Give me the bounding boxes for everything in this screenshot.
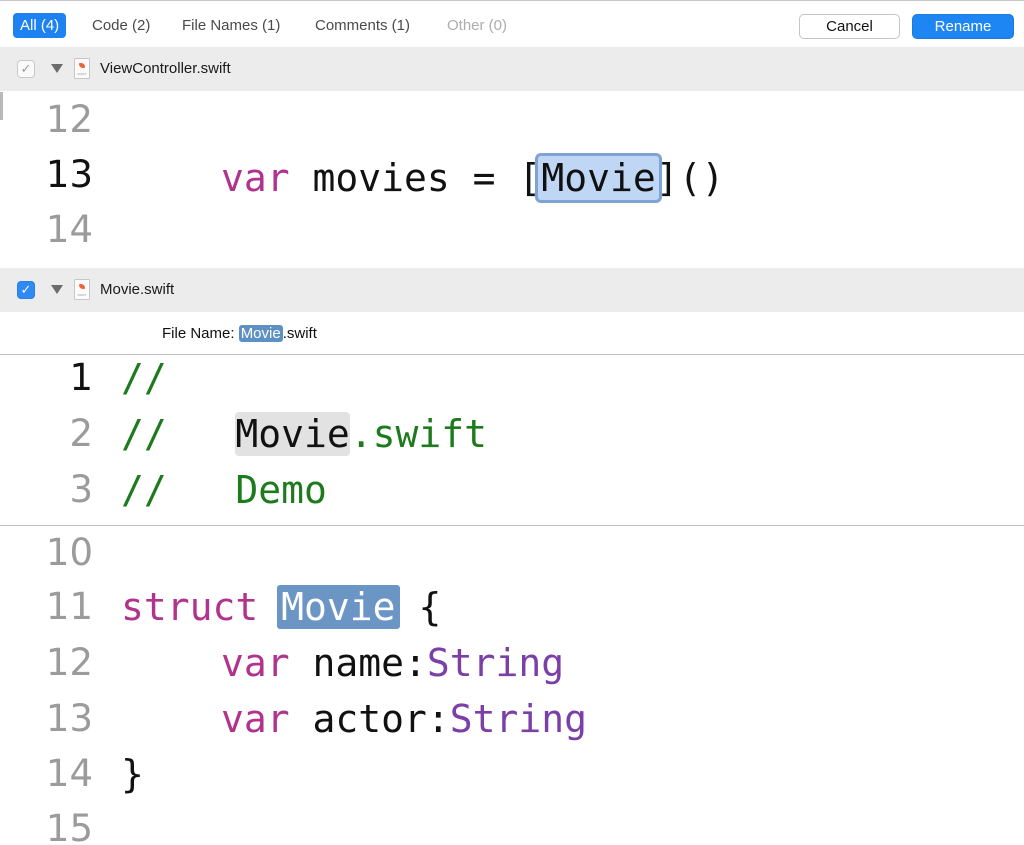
code-line: 13 var movies = [Movie]() [0,153,1024,209]
tab-all[interactable]: All (4) [13,13,67,38]
disclosure-triangle-icon[interactable] [51,285,63,294]
tab-file-names[interactable]: File Names (1) [175,13,287,38]
rename-button[interactable]: Rename [912,14,1014,39]
line-number: 14 [45,208,93,251]
line-number: 1 [69,356,93,399]
swift-file-icon: SWIFT [74,58,90,79]
code-line: 3 // Demo [0,468,1024,524]
code-line: 14 } [0,752,1024,808]
section-divider [0,354,1024,355]
code-line: 12 var name:String [0,641,1024,697]
line-number: 13 [45,153,93,196]
code-comment: // [121,356,167,400]
tab-comments[interactable]: Comments (1) [308,13,417,38]
rename-match-token[interactable]: Movie [277,585,400,629]
code-comment: // Demo [121,468,327,512]
section-divider [0,525,1024,526]
code-line: 1 // [0,356,1024,412]
line-number: 11 [45,585,93,628]
code-text: var name:String [221,641,565,685]
tab-code[interactable]: Code (2) [85,13,157,38]
line-number: 14 [45,752,93,795]
file-row-viewcontroller[interactable]: ✓ SWIFT ViewController.swift [0,47,1024,91]
disclosure-triangle-icon[interactable] [51,64,63,73]
file-row-movie[interactable]: ✓ SWIFT Movie.swift [0,268,1024,312]
code-line: 2 // Movie.swift [0,412,1024,468]
line-number: 3 [69,468,93,511]
code-line: 14 [0,208,1024,264]
code-line: 13 var actor:String [0,697,1024,753]
line-number: 2 [69,412,93,455]
code-text: var movies = [Movie]() [221,153,724,203]
file-name: ViewController.swift [100,60,231,77]
rename-match-token[interactable]: Movie [535,153,662,203]
tab-other: Other (0) [447,17,508,34]
line-number: 12 [45,641,93,684]
code-line: 15 [0,807,1024,845]
file-name-rename-row: File Name: Movie .swift [0,312,1024,355]
line-number: 10 [45,531,93,574]
swift-file-icon: SWIFT [74,279,90,300]
include-file-checkbox[interactable]: ✓ [17,60,35,78]
file-name: Movie.swift [100,281,175,298]
code-line: 10 [0,531,1024,587]
file-name-match[interactable]: Movie [238,325,283,342]
cancel-button[interactable]: Cancel [799,14,900,39]
code-line: 12 [0,98,1024,154]
file-name-label: File Name: Movie .swift [162,325,317,342]
rename-toolbar: All (4) Code (2) File Names (1) Comments… [0,0,1024,48]
code-comment: // Movie.swift [121,412,488,456]
code-line: 11 struct Movie { [0,585,1024,641]
line-number: 13 [45,697,93,740]
code-text: } [121,752,144,796]
line-number: 12 [45,98,93,141]
code-text: struct Movie { [121,585,442,629]
code-text: var actor:String [221,697,588,741]
comment-match-token[interactable]: Movie [235,412,350,456]
line-number: 15 [45,807,93,845]
include-file-checkbox[interactable]: ✓ [17,281,35,299]
